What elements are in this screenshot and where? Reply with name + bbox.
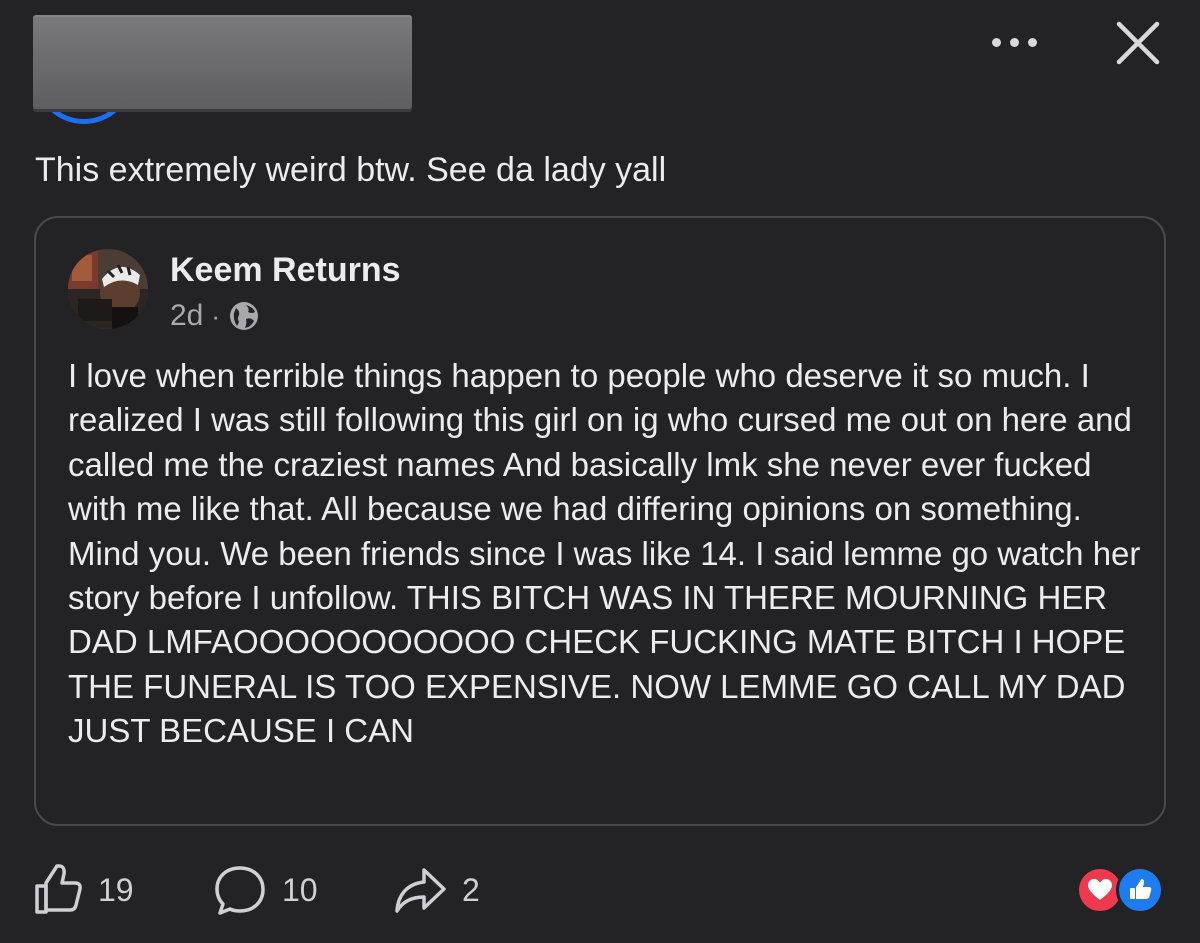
post-view: This extremely weird btw. See da lady ya… [0, 0, 1200, 943]
shared-author-name[interactable]: Keem Returns [170, 248, 401, 292]
comment-icon [212, 862, 268, 918]
post-text: This extremely weird btw. See da lady ya… [35, 151, 667, 189]
comment-count: 10 [282, 871, 318, 908]
globe-icon [228, 300, 260, 332]
shared-post-card[interactable]: Keem Returns 2d · I love when terrible t… [34, 216, 1166, 826]
like-reaction-icon [1116, 866, 1164, 914]
shared-author-avatar[interactable] [68, 249, 148, 329]
shared-post-body: I love when terrible things happen to pe… [68, 357, 1141, 750]
thumbs-up-icon [32, 864, 84, 916]
like-count: 19 [98, 871, 134, 908]
share-arrow-icon [392, 862, 448, 918]
meta-separator: · [211, 300, 221, 331]
reaction-summary[interactable] [1076, 866, 1176, 914]
action-bar: 19 10 2 [32, 858, 1172, 922]
comment-button[interactable]: 10 [212, 858, 318, 922]
close-icon[interactable] [1113, 18, 1163, 68]
share-count: 2 [462, 871, 480, 908]
redacted-poster-name [33, 15, 412, 112]
post-timestamp[interactable]: 2d [170, 299, 203, 333]
more-options-icon[interactable] [990, 36, 1040, 50]
share-button[interactable]: 2 [392, 858, 480, 922]
like-button[interactable]: 19 [32, 858, 134, 922]
shared-post-meta: 2d · [170, 296, 260, 336]
